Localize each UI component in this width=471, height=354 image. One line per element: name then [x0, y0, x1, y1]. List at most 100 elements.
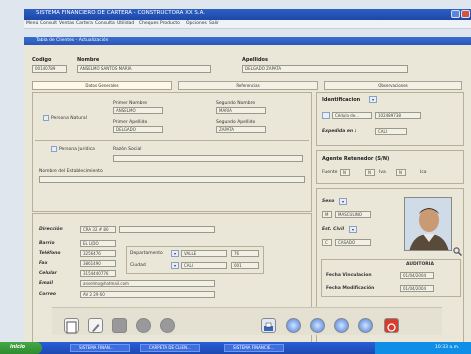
print-button[interactable] [261, 318, 276, 333]
clock: 10:33 a.m. [435, 345, 460, 350]
taskbar-item[interactable]: CARPETA DE CLIEN... [140, 344, 200, 352]
email-field[interactable]: anselmo@hotmail.com [80, 280, 215, 287]
telefono-label: Teléfono [39, 251, 61, 256]
celular-label: Celular [39, 271, 57, 276]
tipo-id-field[interactable]: Cédula de... [332, 112, 372, 119]
ciudad-field[interactable]: CALI [181, 262, 227, 269]
save-button[interactable] [112, 318, 127, 333]
ica-field[interactable]: N [396, 169, 406, 176]
expedida-field[interactable]: CALI [375, 128, 407, 135]
codigo-field[interactable]: 00140789 [32, 65, 67, 73]
identificacion-label: Identificacion [322, 97, 361, 103]
nombre-comercial-field[interactable] [39, 176, 305, 183]
window-titlebar: SISTEMA FINANCIERO DE CARTERA - CONSTRUC… [24, 9, 471, 20]
numero-id-field[interactable]: 102489738 [375, 112, 421, 119]
sexo-lookup-button[interactable]: ▾ [339, 198, 347, 205]
iva-field[interactable]: N [365, 169, 375, 176]
edit-button[interactable] [88, 318, 103, 333]
photo-search-icon[interactable] [453, 241, 462, 256]
start-button[interactable]: inicio [0, 342, 42, 354]
prev-record-button[interactable] [310, 318, 325, 333]
segundo-apellido-label: Segundo Apellido [216, 120, 256, 125]
direccion-ext-field[interactable] [119, 226, 215, 233]
fecha-modificacion-field[interactable]: 01/04/2004 [400, 285, 434, 292]
tab-datos-generales[interactable]: Datos Generales [32, 81, 172, 90]
form-titlebar: Tabla de Clientes - Actualización [24, 37, 471, 45]
sexo-desc-field[interactable]: MASCULINO [335, 211, 371, 218]
first-record-button[interactable] [286, 318, 301, 333]
form-title: Tabla de Clientes - Actualización [36, 38, 109, 43]
razon-social-label: Razón Social [113, 147, 142, 152]
close-button[interactable] [461, 10, 470, 18]
fecha-vinculacion-field[interactable]: 01/04/2004 [400, 272, 434, 279]
departamento-label: Departamento [130, 251, 163, 256]
menu-item[interactable]: Opciones [186, 21, 207, 26]
barrio-field[interactable]: EL LIDO [80, 240, 116, 247]
tab-referencias[interactable]: Referencias [178, 81, 318, 90]
taskbar-item[interactable]: SISTEMA FINANCIE... [224, 344, 284, 352]
segundo-apellido-field[interactable]: ZAPATA [216, 126, 266, 133]
primer-apellido-label: Primer Apellido [113, 120, 148, 125]
agente-panel: Agente Retenedor (S/N) Fuente N Iva N Ic… [316, 150, 464, 184]
client-form: Codigo 00140789 Nombre ANSELMO SANTOS MA… [24, 45, 471, 345]
menu-item[interactable]: Utilidad [117, 21, 134, 26]
correo-field[interactable]: AV 2 29 60 [80, 291, 215, 298]
taskbar-item[interactable]: SISTEMA FINAN... [70, 344, 130, 352]
razon-social-field[interactable] [113, 155, 303, 162]
departamento-code-field[interactable]: 76 [231, 250, 259, 257]
identificacion-panel: Identificacion ▾ Cédula de... 102489738 … [316, 92, 464, 146]
fuente-label: Fuente [322, 170, 338, 175]
ciudad-lookup-button[interactable]: ▾ [171, 262, 179, 269]
toolbar-strip [24, 29, 471, 37]
persona-natural-label: Persona Natural [51, 116, 87, 121]
menu-item[interactable]: Cheques [139, 21, 159, 26]
celular-field[interactable]: 3154440776 [80, 270, 116, 277]
nombre-field[interactable]: ANSELMO SANTOS MARIA [77, 65, 211, 73]
last-record-button[interactable] [358, 318, 373, 333]
sexo-code-field[interactable]: M [322, 211, 332, 218]
persona-natural-checkbox[interactable] [43, 115, 49, 121]
fax-field[interactable]: 3861490 [80, 260, 116, 267]
primer-apellido-field[interactable]: DELGADO [113, 126, 163, 133]
menu-item[interactable]: Producto [160, 21, 180, 26]
minimize-button[interactable] [451, 10, 460, 18]
auditoria-header: AUDITORIA [406, 262, 434, 267]
departamento-lookup-button[interactable]: ▾ [171, 250, 179, 257]
estado-civil-desc-field[interactable]: CASADO [335, 239, 371, 246]
menu-item[interactable]: Cartera [76, 21, 93, 26]
estado-civil-lookup-button[interactable]: ▾ [349, 226, 357, 233]
departamento-field[interactable]: VALLE [181, 250, 227, 257]
barrio-label: Barrio [39, 241, 55, 246]
direccion-label: Dirección [39, 227, 63, 232]
apellidos-field[interactable]: DELGADO ZAPATA [242, 65, 408, 73]
delete-button[interactable] [136, 318, 151, 333]
exit-button[interactable] [384, 318, 399, 333]
fecha-vinculacion-label: Fecha Vinculacion [326, 273, 372, 278]
nombre-comercial-label: Nombre del Establecimiento [39, 169, 103, 174]
direccion-field[interactable]: CRA 32 # 80 [80, 226, 116, 233]
primer-nombre-field[interactable]: ANSELMO [113, 107, 163, 114]
ciudad-code-field[interactable]: 001 [231, 262, 259, 269]
menu-item[interactable]: Menú [26, 21, 38, 26]
new-record-button[interactable] [64, 318, 79, 334]
next-record-button[interactable] [334, 318, 349, 333]
persona-juridica-label: Persona Juridica [59, 147, 95, 152]
segundo-nombre-label: Segundo Nombre [216, 101, 256, 106]
menu-item[interactable]: Salir [209, 21, 219, 26]
agente-label: Agente Retenedor (S/N) [322, 156, 390, 162]
codigo-label: Codigo [32, 57, 52, 63]
divider [35, 140, 309, 141]
ica-label: Ica [420, 170, 427, 175]
menu-item[interactable]: Consult [40, 21, 57, 26]
persona-juridica-checkbox[interactable] [51, 146, 57, 152]
menu-item[interactable]: Ventas [59, 21, 74, 26]
tab-observaciones[interactable]: Observaciones [324, 81, 462, 90]
estado-civil-code-field[interactable]: C [322, 239, 332, 246]
telefono-field[interactable]: 3256476 [80, 250, 116, 257]
segundo-nombre-field[interactable]: MARIA [216, 107, 266, 114]
tipo-id-button[interactable] [322, 112, 330, 119]
cancel-button[interactable] [160, 318, 175, 333]
menu-item[interactable]: Consulta [95, 21, 115, 26]
fuente-field[interactable]: N [340, 169, 350, 176]
identificacion-lookup-button[interactable]: ▾ [369, 96, 377, 103]
